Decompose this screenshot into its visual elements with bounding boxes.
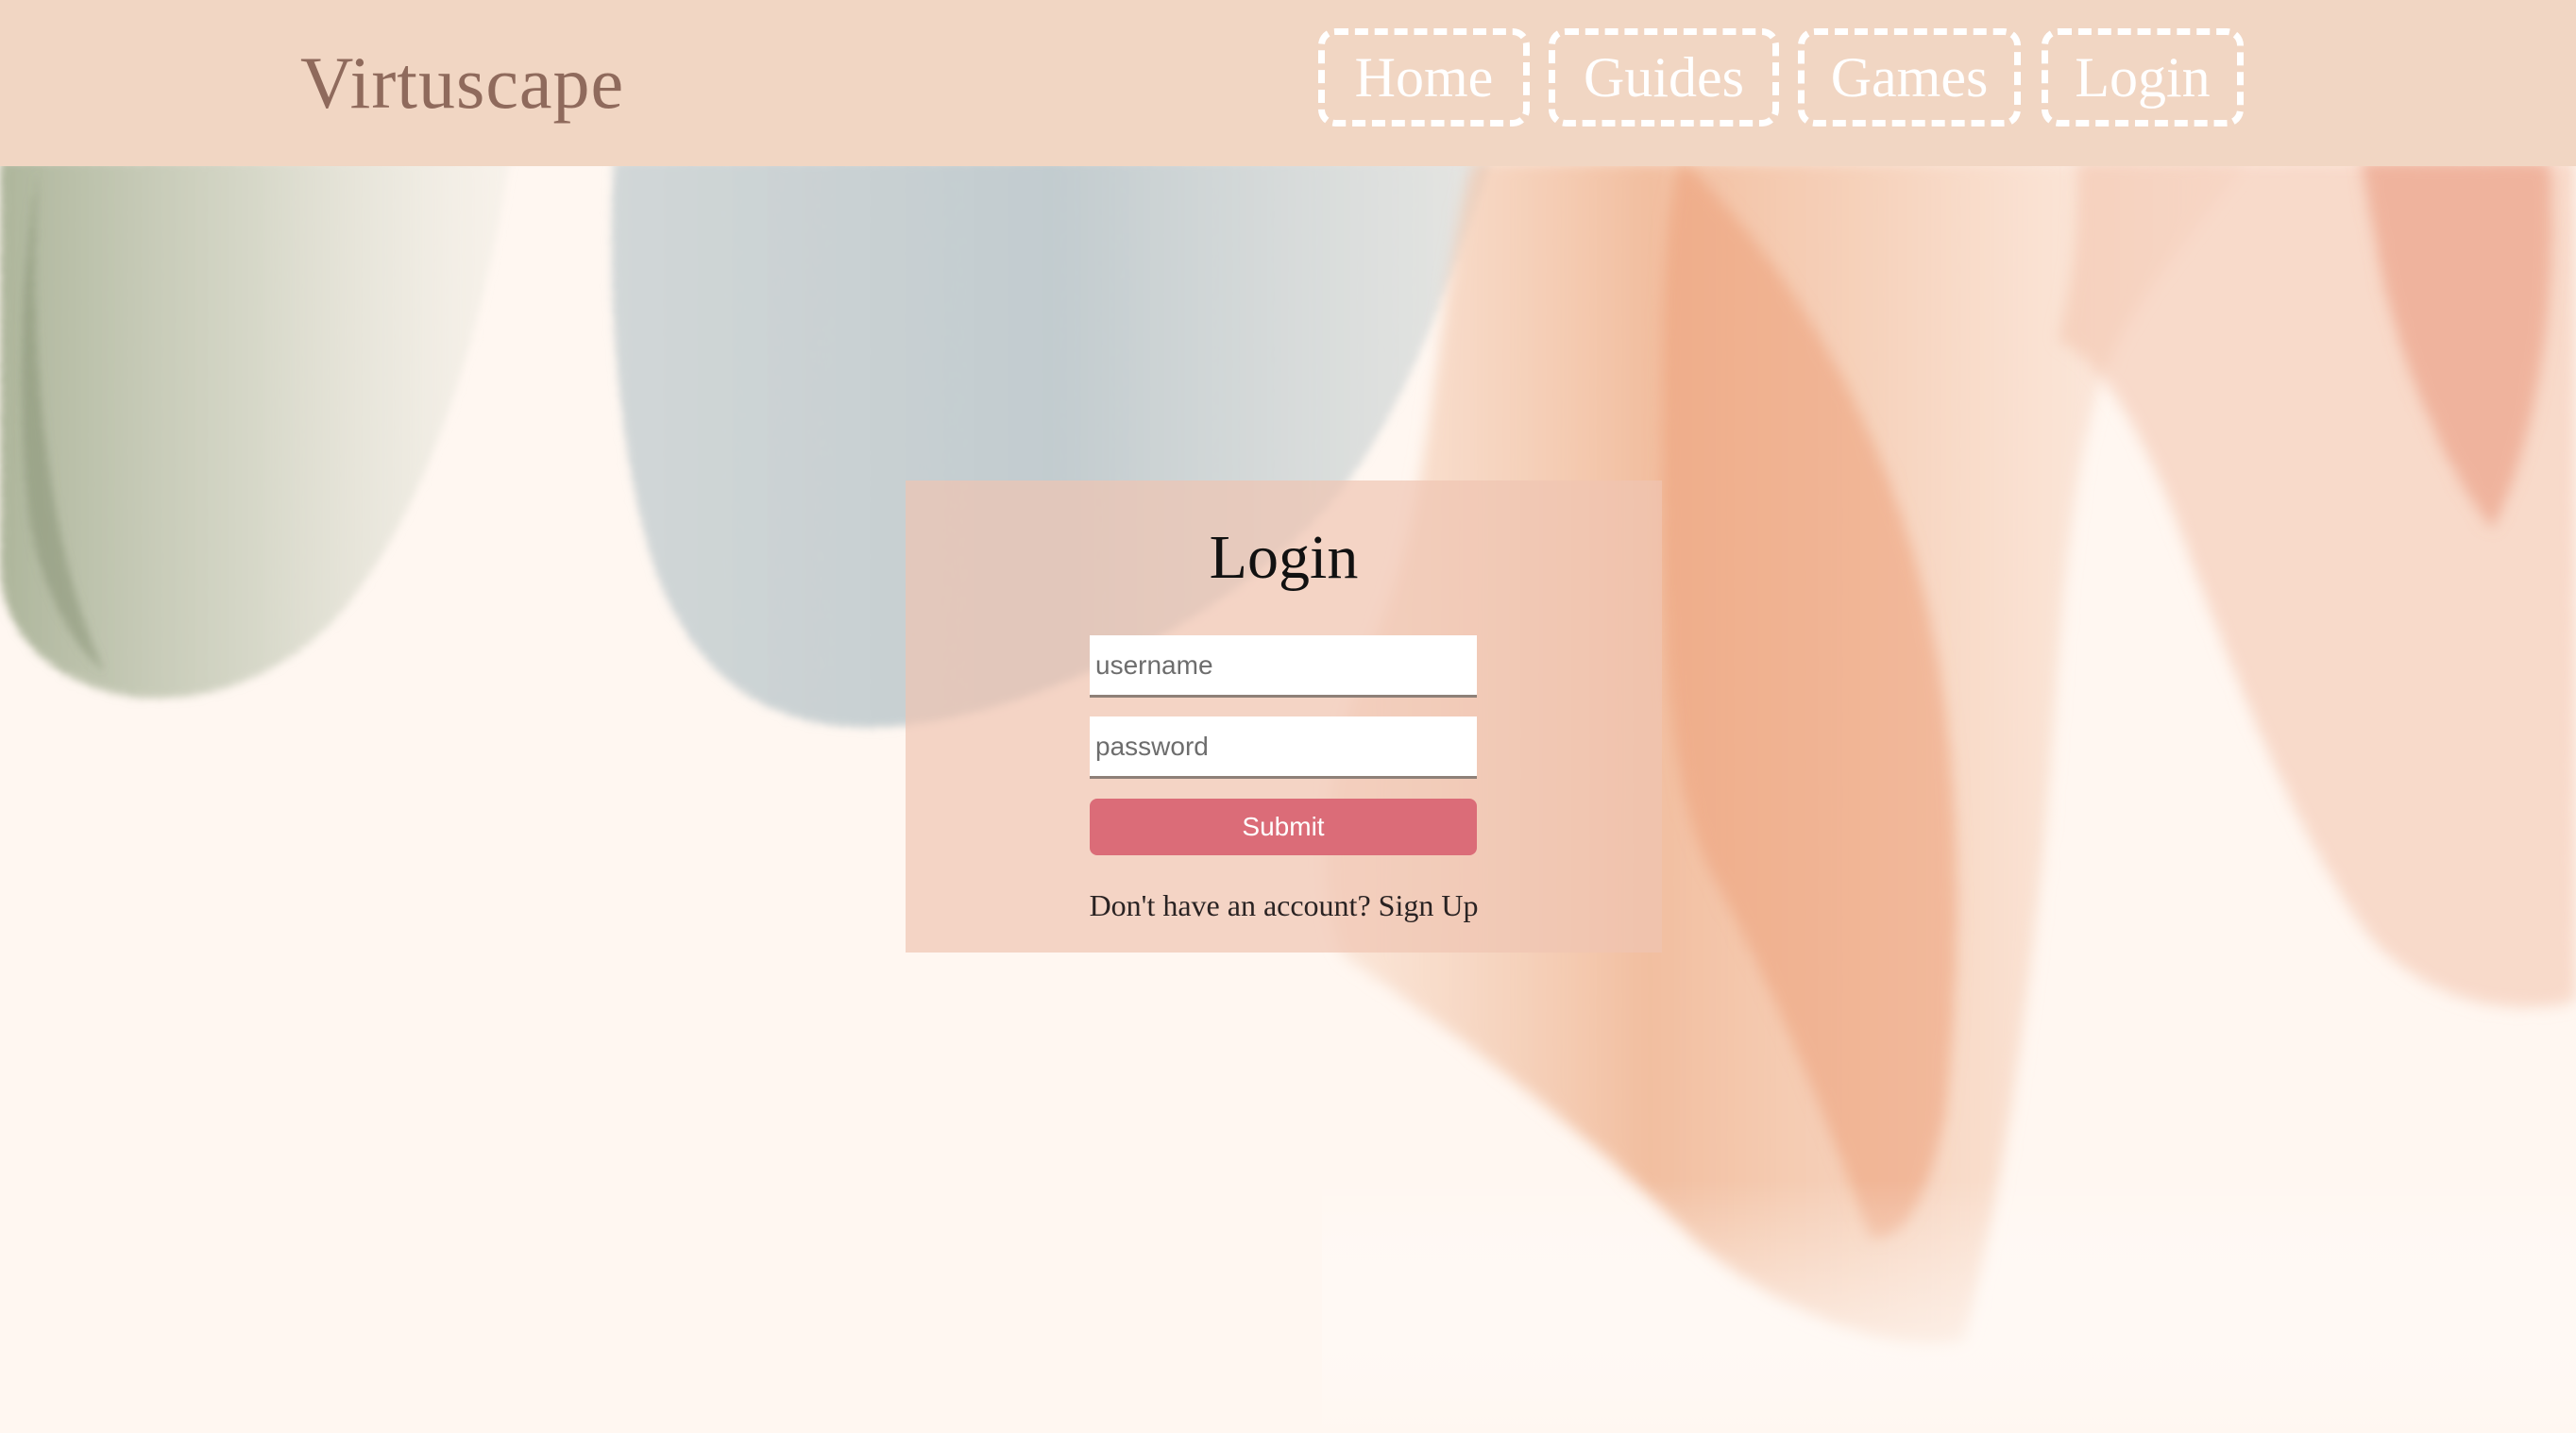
login-title: Login <box>1209 523 1359 592</box>
username-input[interactable] <box>1090 635 1477 698</box>
page: Virtuscape Home Guides Games Login Login… <box>0 0 2576 1433</box>
top-nav-bar: Virtuscape Home Guides Games Login <box>0 0 2576 166</box>
signup-prompt-line: Don't have an account? Sign Up <box>906 886 1662 924</box>
nav-games-button[interactable]: Games <box>1798 28 2021 126</box>
nav-login-button[interactable]: Login <box>2042 28 2244 126</box>
nav-home-button[interactable]: Home <box>1318 28 1530 126</box>
signup-link[interactable]: Sign Up <box>1379 888 1479 922</box>
signup-prompt-text: Don't have an account? <box>1089 888 1371 922</box>
nav-guides-button[interactable]: Guides <box>1549 28 1779 126</box>
password-input[interactable] <box>1090 716 1477 779</box>
login-card: Login Submit Don't have an account? Sign… <box>906 480 1662 953</box>
submit-button[interactable]: Submit <box>1090 799 1477 855</box>
site-logo[interactable]: Virtuscape <box>300 38 624 128</box>
